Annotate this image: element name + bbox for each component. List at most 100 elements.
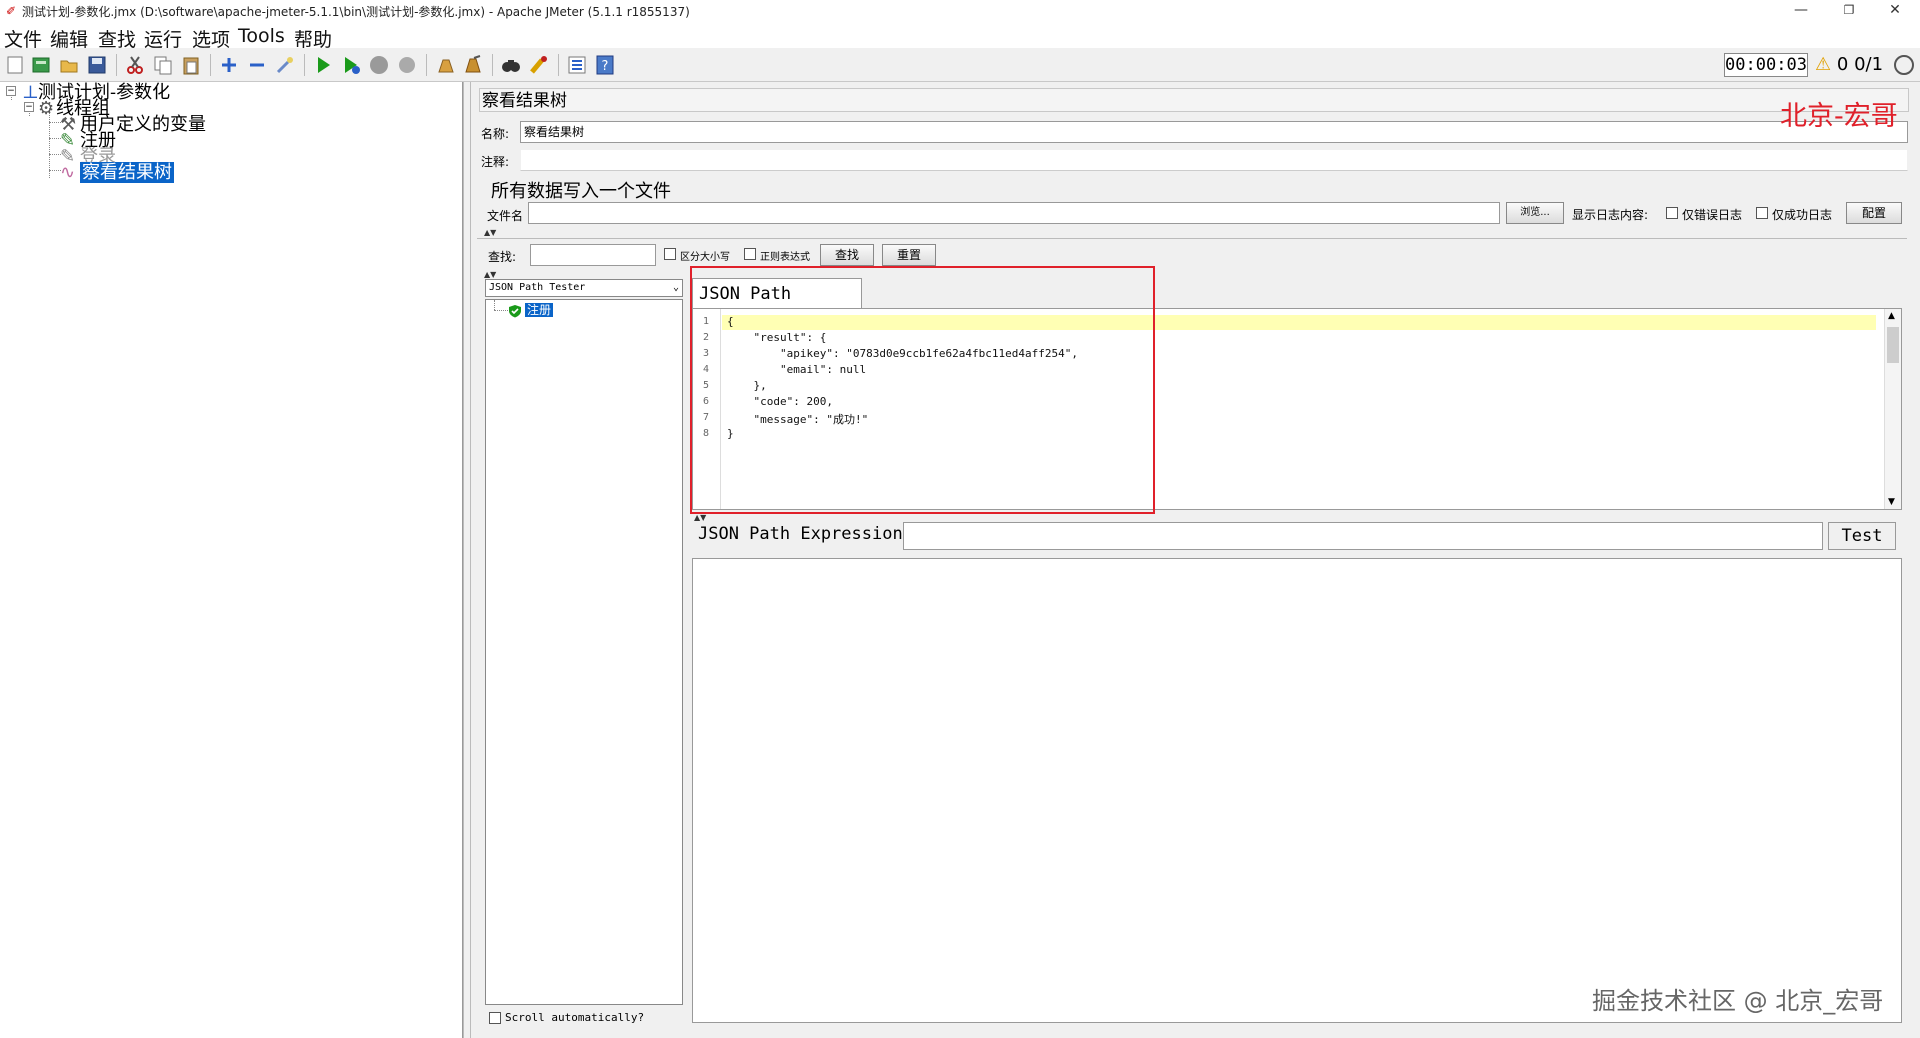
elapsed-timer: 00:00:03	[1724, 53, 1808, 77]
minimize-button[interactable]: —	[1778, 0, 1824, 22]
scrollbar-thumb[interactable]	[1887, 327, 1899, 363]
json-path-expression-input[interactable]	[903, 522, 1823, 550]
copy-icon[interactable]	[152, 54, 174, 76]
collapse-toggle[interactable]: −	[6, 86, 16, 96]
collapse-arrows-icon[interactable]: ▲▼	[484, 270, 496, 279]
annotation-highlight-box	[690, 266, 1155, 514]
tree-item-view-results-tree[interactable]: ∿ 察看结果树	[60, 162, 174, 183]
collapse-arrows-icon[interactable]: ▲▼	[484, 228, 496, 237]
clear-all-icon[interactable]	[462, 54, 484, 76]
chevron-down-icon: ⌄	[672, 282, 679, 293]
window-title: 测试计划-参数化.jmx (D:\software\apache-jmeter-…	[22, 5, 690, 19]
title-bar: ✐ 测试计划-参数化.jmx (D:\software\apache-jmete…	[0, 0, 1920, 22]
toolbar-separator	[558, 54, 559, 76]
search-icon[interactable]	[500, 54, 522, 76]
case-sensitive-checkbox[interactable]	[664, 248, 676, 260]
success-only-checkbox[interactable]	[1756, 207, 1768, 219]
renderer-selected-value: JSON Path Tester	[489, 282, 586, 293]
warning-count: 0	[1836, 54, 1849, 75]
toolbar-separator	[304, 54, 305, 76]
toolbar-separator	[210, 54, 211, 76]
toolbar-separator	[492, 54, 493, 76]
warning-indicator[interactable]: ⚠ 0 0/1	[1815, 55, 1883, 75]
cut-icon[interactable]	[124, 54, 146, 76]
search-label: 查找:	[488, 250, 517, 264]
collapse-all-icon[interactable]	[246, 54, 268, 76]
tree-connector	[494, 300, 495, 310]
filename-field[interactable]	[528, 202, 1500, 224]
save-icon[interactable]	[86, 54, 108, 76]
success-shield-icon	[508, 303, 522, 318]
sample-item[interactable]: 注册	[525, 303, 554, 317]
comment-field[interactable]	[520, 149, 1908, 171]
paste-icon[interactable]	[180, 54, 202, 76]
renderer-select[interactable]: JSON Path Tester ⌄	[485, 279, 683, 297]
new-icon[interactable]	[4, 54, 26, 76]
menu-tools[interactable]: Tools	[238, 25, 285, 47]
toolbar-separator	[426, 54, 427, 76]
scroll-down-icon[interactable]: ▼	[1888, 497, 1895, 507]
regex-label: 正则表达式	[760, 252, 810, 263]
help-icon[interactable]: ?	[594, 54, 616, 76]
reset-button[interactable]: 重置	[882, 244, 936, 266]
gear-icon: ⚙	[38, 98, 55, 119]
sample-result-list: 注册	[485, 299, 683, 1005]
scroll-automatically-label: Scroll automatically?	[505, 1011, 645, 1024]
tree-connector	[494, 310, 508, 311]
divider	[477, 238, 1907, 239]
search-field[interactable]	[530, 244, 656, 266]
open-icon[interactable]	[58, 54, 80, 76]
filename-label: 文件名	[487, 209, 524, 223]
panel-title: 察看结果树	[479, 88, 1909, 112]
test-plan-tree: − ⊥测试计划-参数化 − ⚙ 线程组 ⚒ 用户定义的变量 ✎ 注册 ✎ 登录 ∿ 察看结…	[0, 82, 463, 1038]
log-content-label: 显示日志内容:	[1572, 208, 1649, 222]
editor-scrollbar[interactable]: ▲ ▼	[1884, 309, 1901, 509]
reset-search-icon[interactable]	[528, 54, 550, 76]
close-button[interactable]: ✕	[1872, 0, 1918, 22]
regex-checkbox[interactable]	[744, 248, 756, 260]
watermark-author: 北京-宏哥	[1780, 101, 1898, 132]
start-icon[interactable]	[312, 54, 334, 76]
watermark-site: 掘金技术社区 @ 北京_宏哥	[1592, 987, 1884, 1015]
scroll-automatically-checkbox[interactable]	[489, 1012, 501, 1024]
warning-icon: ⚠	[1815, 54, 1832, 75]
expand-all-icon[interactable]	[218, 54, 240, 76]
remote-status-icon	[1894, 55, 1914, 75]
name-label: 名称:	[481, 127, 510, 141]
configure-button[interactable]: 配置	[1846, 202, 1902, 224]
clear-icon[interactable]	[434, 54, 456, 76]
write-to-file-group-title: 所有数据写入一个文件	[491, 181, 671, 202]
errors-only-checkbox[interactable]	[1666, 207, 1678, 219]
browse-button[interactable]: 浏览...	[1506, 202, 1564, 224]
thread-count: 0/1	[1854, 54, 1884, 75]
menu-bar: 文件 编辑 查找 运行 选项 Tools 帮助	[0, 22, 1920, 51]
function-helper-icon[interactable]	[566, 54, 588, 76]
templates-icon[interactable]	[30, 54, 52, 76]
pane-splitter[interactable]	[463, 82, 471, 1038]
name-field[interactable]: 察看结果树	[520, 121, 1908, 143]
find-button[interactable]: 查找	[820, 244, 874, 266]
collapse-toggle[interactable]: −	[24, 102, 34, 112]
success-only-label: 仅成功日志	[1772, 208, 1833, 222]
stop-icon[interactable]	[368, 54, 390, 76]
scroll-up-icon[interactable]: ▲	[1888, 311, 1895, 321]
shutdown-icon[interactable]	[396, 54, 418, 76]
collapse-arrows-icon[interactable]: ▲▼	[694, 513, 706, 522]
json-path-result-area[interactable]	[692, 558, 1902, 1023]
svg-text:?: ?	[602, 59, 609, 74]
case-sensitive-label: 区分大小写	[680, 252, 730, 263]
results-tree-icon: ∿	[60, 162, 76, 183]
comment-label: 注释:	[481, 155, 510, 169]
toolbar-separator	[116, 54, 117, 76]
json-path-result-text	[693, 559, 1901, 571]
restore-button[interactable]: ❐	[1826, 0, 1872, 22]
start-no-pauses-icon[interactable]	[340, 54, 362, 76]
test-button[interactable]: Test	[1828, 522, 1896, 550]
tree-item-label: 察看结果树	[80, 162, 174, 183]
errors-only-label: 仅错误日志	[1682, 208, 1743, 222]
toolbar: ? 00:00:03 ⚠ 0 0/1	[0, 48, 1920, 82]
test-plan-icon: ⊥	[22, 82, 39, 103]
json-path-expression-label: JSON Path Expression	[698, 524, 903, 544]
sample-item-label: 注册	[525, 303, 554, 317]
toggle-icon[interactable]	[274, 54, 296, 76]
